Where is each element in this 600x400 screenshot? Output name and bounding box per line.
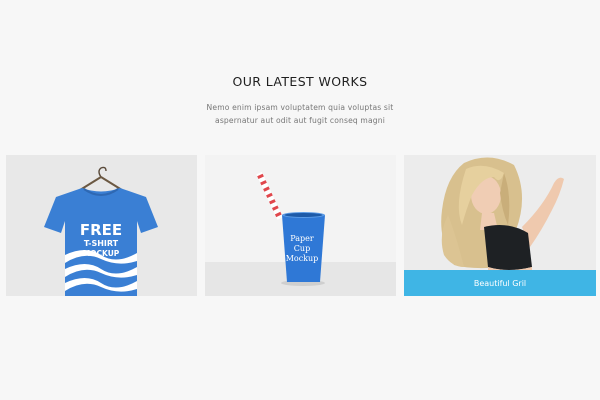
description-line-1: Nemo enim ipsam voluptatem quia voluptas… — [206, 103, 394, 112]
portfolio-grid: FREE T-SHIRT MOCKUP Paper Cup Mockup Bea… — [6, 155, 596, 296]
portfolio-item-beautiful-girl[interactable]: Beautiful Gril — [404, 155, 596, 296]
section-description: Nemo enim ipsam voluptatem quia voluptas… — [0, 101, 600, 127]
cup-print-line-1: Paper — [290, 234, 314, 243]
description-line-2: aspernatur aut odit aut fugit conseq mag… — [215, 116, 385, 125]
section-title: OUR LATEST WORKS — [232, 74, 368, 89]
latest-works-section: OUR LATEST WORKS Nemo enim ipsam volupta… — [0, 0, 600, 400]
tshirt-print-line-3: MOCKUP — [83, 249, 120, 258]
cup-print-line-2: Cup — [294, 244, 310, 253]
portfolio-item-paper-cup[interactable]: Paper Cup Mockup — [205, 155, 396, 296]
cup-print-line-3: Mockup — [286, 254, 319, 263]
tshirt-print-line-2: T-SHIRT — [84, 239, 119, 248]
portfolio-item-tshirt[interactable]: FREE T-SHIRT MOCKUP — [6, 155, 197, 296]
tshirt-print-line-1: FREE — [80, 221, 122, 239]
caption-text: Beautiful Gril — [473, 278, 527, 288]
tshirt-mockup-image: FREE T-SHIRT MOCKUP — [44, 166, 158, 296]
image-caption: Beautiful Gril — [404, 270, 596, 296]
paper-cup-mockup-image: Paper Cup Mockup — [256, 171, 325, 286]
